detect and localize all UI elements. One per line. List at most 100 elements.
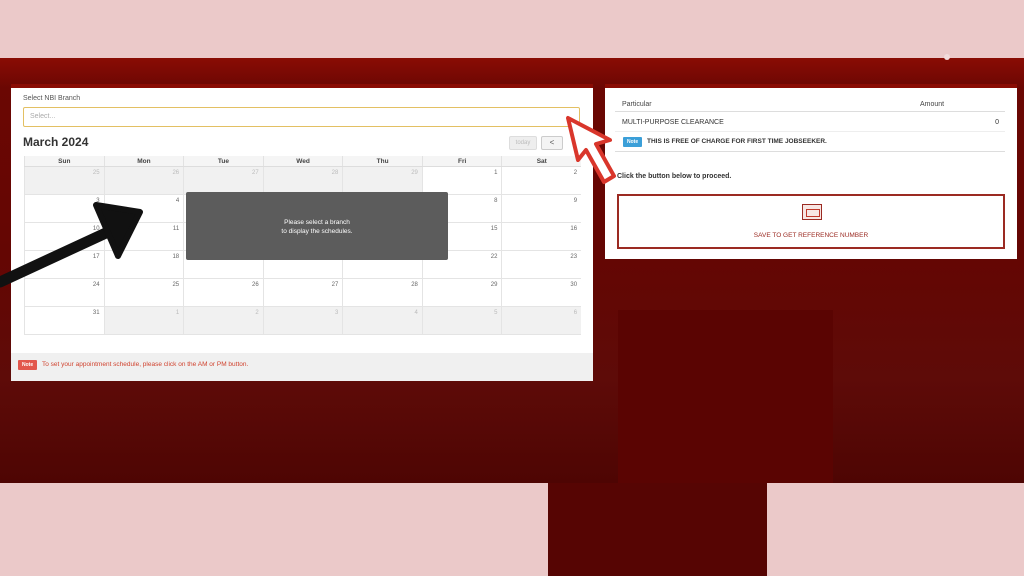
select-branch-overlay: Please select a branch to display the sc… — [186, 192, 448, 260]
day-number: 24 — [92, 282, 100, 288]
day-cell[interactable]: 26 — [103, 167, 184, 194]
day-number: 1 — [494, 170, 498, 176]
dark-overlay-block — [618, 310, 833, 483]
note-badge: Note — [18, 360, 38, 370]
fee-table: Particular Amount MULTI-PURPOSE CLEARANC… — [615, 96, 1005, 152]
day-number: 25 — [172, 282, 180, 288]
dot-icon — [944, 54, 950, 60]
note-text: To set your appointment schedule, please… — [42, 361, 249, 368]
day-cell[interactable]: 27 — [183, 167, 263, 194]
day-cell[interactable]: 5 — [421, 307, 502, 334]
day-number: 11 — [172, 226, 180, 232]
day-number: 5 — [494, 310, 498, 316]
day-cell[interactable]: 2 — [501, 167, 582, 194]
day-cell[interactable]: 24 — [24, 279, 104, 306]
fee-table-header: Particular Amount — [615, 96, 1005, 112]
branch-label: Select NBI Branch — [23, 95, 81, 102]
day-cell[interactable]: 4 — [342, 307, 422, 334]
day-cell[interactable]: 10 — [24, 223, 104, 250]
day-number: 2 — [573, 170, 578, 176]
document-icon — [802, 204, 822, 220]
day-cell[interactable]: 18 — [103, 251, 184, 278]
save-reference-button[interactable]: SAVE TO GET REFERENCE NUMBER — [617, 194, 1005, 249]
day-number: 1 — [175, 310, 180, 316]
day-cell[interactable]: 16 — [501, 223, 582, 250]
bottom-dark-strip — [548, 483, 767, 576]
weekday-sat: Sat — [501, 156, 581, 166]
overlay-message-line1: Please select a branch — [284, 219, 350, 226]
day-cell[interactable]: 1 — [103, 307, 184, 334]
day-number: 18 — [172, 254, 180, 260]
day-cell[interactable]: 31 — [24, 307, 104, 334]
bottom-letterbox-left — [0, 483, 548, 576]
save-button-label: SAVE TO GET REFERENCE NUMBER — [753, 232, 869, 239]
col-amount: Amount — [920, 101, 945, 108]
day-cell[interactable]: 28 — [342, 279, 422, 306]
day-number: 6 — [573, 310, 578, 316]
note-badge: Note — [623, 137, 643, 147]
day-number: 29 — [411, 170, 418, 176]
day-number: 27 — [331, 282, 339, 288]
col-particular: Particular — [622, 101, 652, 108]
weekday-fri: Fri — [421, 156, 502, 166]
calendar-week: 25 26 27 28 29 1 2 — [24, 167, 582, 195]
weekday-thu: Thu — [342, 156, 422, 166]
day-number: 22 — [490, 254, 498, 260]
day-cell[interactable]: 6 — [501, 307, 582, 334]
day-number: 26 — [252, 282, 259, 288]
item-name: MULTI-PURPOSE CLEARANCE — [622, 119, 724, 126]
day-cell[interactable]: 29 — [342, 167, 422, 194]
day-number: 26 — [172, 170, 180, 176]
proceed-instruction: Click the button below to proceed. — [617, 173, 732, 180]
day-cell[interactable]: 30 — [501, 279, 582, 306]
day-number: 29 — [490, 282, 498, 288]
day-cell[interactable]: 9 — [501, 195, 582, 222]
day-number: 31 — [92, 310, 100, 316]
day-cell[interactable]: 3 — [24, 195, 104, 222]
day-cell[interactable]: 4 — [103, 195, 184, 222]
today-button[interactable]: today — [509, 136, 537, 150]
weekday-sun: Sun — [24, 156, 104, 166]
day-cell[interactable]: 26 — [183, 279, 263, 306]
calendar-panel: Select NBI Branch Select... March 2024 t… — [11, 84, 593, 381]
day-number: 16 — [570, 226, 578, 232]
day-cell[interactable]: 2 — [183, 307, 263, 334]
day-number: 10 — [92, 226, 100, 232]
bottom-letterbox-right — [767, 483, 1024, 576]
fee-panel: Particular Amount MULTI-PURPOSE CLEARANC… — [605, 84, 1017, 259]
day-number: 2 — [255, 310, 259, 316]
day-number: 9 — [573, 198, 578, 204]
weekday-mon: Mon — [103, 156, 184, 166]
day-cell[interactable]: 1 — [421, 167, 502, 194]
day-number: 30 — [570, 282, 578, 288]
day-cell[interactable]: 29 — [421, 279, 502, 306]
month-title: March 2024 — [23, 135, 89, 149]
day-number: 8 — [494, 198, 498, 204]
prev-month-button[interactable]: < — [541, 136, 563, 150]
top-letterbox — [0, 0, 1024, 58]
free-note: Note THIS IS FREE OF CHARGE FOR FIRST TI… — [615, 132, 1005, 152]
day-cell[interactable]: 17 — [24, 251, 104, 278]
day-number: 27 — [252, 170, 259, 176]
item-amount: 0 — [995, 119, 999, 126]
day-cell[interactable]: 25 — [103, 279, 184, 306]
day-cell[interactable]: 11 — [103, 223, 184, 250]
appointment-note: Note To set your appointment schedule, p… — [11, 353, 593, 381]
day-cell[interactable]: 3 — [262, 307, 343, 334]
weekday-tue: Tue — [183, 156, 263, 166]
day-number: 17 — [92, 254, 100, 260]
day-cell[interactable]: 25 — [24, 167, 104, 194]
branch-select[interactable]: Select... — [23, 107, 580, 127]
day-number: 3 — [334, 310, 339, 316]
day-cell[interactable]: 27 — [262, 279, 343, 306]
table-row: MULTI-PURPOSE CLEARANCE 0 — [615, 112, 1005, 132]
day-number: 28 — [411, 282, 418, 288]
day-number: 4 — [414, 310, 418, 316]
branch-select-placeholder: Select... — [30, 113, 56, 120]
weekday-header: Sun Mon Tue Wed Thu Fri Sat — [24, 156, 581, 167]
calendar-week: 24 25 26 27 28 29 30 — [24, 279, 582, 307]
day-number: 4 — [175, 198, 180, 204]
day-cell[interactable]: 28 — [262, 167, 343, 194]
day-cell[interactable]: 23 — [501, 251, 582, 278]
overlay-message-line2: to display the schedules. — [281, 228, 353, 235]
